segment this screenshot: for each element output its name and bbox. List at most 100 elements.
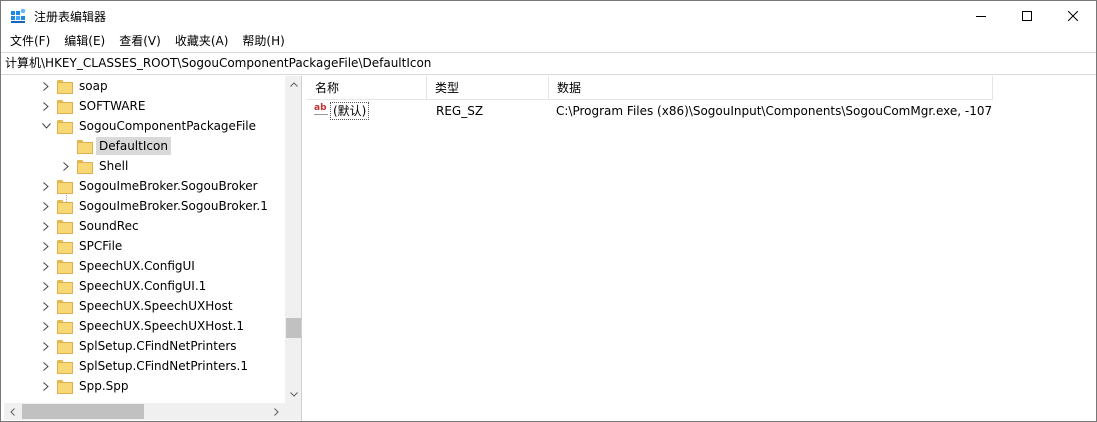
tree-item[interactable]: SpeechUX.ConfigUI (41, 256, 198, 276)
tree-item[interactable]: SpeechUX.SpeechUXHost (41, 296, 236, 316)
value-data-cell: C:\Program Files (x86)\SogouInput\Compon… (556, 104, 993, 118)
chevron-right-icon[interactable] (41, 341, 51, 351)
folder-icon (77, 160, 93, 174)
close-button[interactable] (1050, 1, 1096, 31)
tree-item[interactable]: SplSetup.CFindNetPrinters (41, 336, 240, 356)
menu-file[interactable]: 文件(F) (3, 31, 57, 52)
tree-item-label: SogouImeBroker.SogouBroker.1 (79, 199, 268, 213)
folder-icon (57, 80, 73, 94)
tree-item[interactable]: Spp.Spp (41, 376, 132, 396)
folder-icon (57, 200, 73, 214)
tree-item-label: SogouImeBroker.SogouBroker (79, 179, 258, 193)
folder-icon (77, 140, 93, 154)
value-row[interactable]: ab (默认) REG_SZ C:\Program Files (x86)\Sog… (307, 100, 993, 122)
menu-bar: 文件(F) 编辑(E) 查看(V) 收藏夹(A) 帮助(H) (1, 31, 1096, 52)
folder-icon (57, 120, 73, 134)
chevron-down-icon[interactable] (41, 121, 51, 131)
tree-item[interactable]: SogouImeBroker.SogouBroker (41, 176, 261, 196)
chevron-right-icon[interactable] (41, 261, 51, 271)
chevron-right-icon[interactable] (41, 361, 51, 371)
vertical-scroll-thumb[interactable] (286, 318, 301, 338)
tree-item[interactable]: soap (41, 76, 111, 96)
folder-icon (57, 340, 73, 354)
tree-item-label: soap (79, 79, 108, 93)
folder-icon (57, 100, 73, 114)
menu-favorites[interactable]: 收藏夹(A) (168, 31, 236, 52)
minimize-button[interactable] (958, 1, 1004, 31)
tree-item-label: SOFTWARE (79, 99, 146, 113)
tree-item[interactable]: SPCFile (41, 236, 125, 256)
tree-item[interactable]: SogouComponentPackageFile (41, 116, 259, 136)
chevron-right-icon[interactable] (41, 201, 51, 211)
column-name-header[interactable]: 名称 (307, 76, 427, 100)
value-name: (默认) (330, 102, 370, 120)
tree-item-label: SplSetup.CFindNetPrinters.1 (79, 359, 248, 373)
scroll-right-arrow-icon[interactable] (268, 403, 285, 420)
chevron-right-icon[interactable] (41, 281, 51, 291)
address-bar[interactable]: 计算机\HKEY_CLASSES_ROOT\SogouComponentPack… (1, 52, 1096, 75)
column-data-header[interactable]: 数据 (549, 76, 993, 100)
registry-editor-window: 注册表编辑器 文件(F) 编辑(E) 查看(V) 收藏夹(A) 帮助(H) 计算… (0, 0, 1097, 422)
tree-item[interactable]: SpeechUX.SpeechUXHost.1 (41, 316, 247, 336)
folder-icon (57, 240, 73, 254)
tree-item-label: SogouComponentPackageFile (79, 119, 257, 133)
tree-item[interactable]: DefaultIcon (61, 136, 171, 156)
key-tree-pane: soap SOFTWARE SogouComponentPackageFile Def… (4, 76, 302, 421)
column-type-header[interactable]: 类型 (427, 76, 549, 100)
menu-view[interactable]: 查看(V) (112, 31, 168, 52)
tree-vertical-scrollbar[interactable] (285, 76, 301, 403)
tree-item-label: SpeechUX.SpeechUXHost.1 (79, 319, 244, 333)
scroll-up-arrow-icon[interactable] (285, 76, 301, 93)
folder-icon (57, 220, 73, 234)
tree-item[interactable]: SoundRec (41, 216, 142, 236)
tree-item-label: SPCFile (79, 239, 123, 253)
chevron-right-icon[interactable] (41, 301, 51, 311)
scroll-down-arrow-icon[interactable] (285, 386, 301, 403)
folder-icon (57, 380, 73, 394)
folder-icon (57, 260, 73, 274)
tree-item-label: SpeechUX.ConfigUI.1 (79, 279, 207, 293)
tree-item[interactable]: Shell (61, 156, 131, 176)
tree-item-label: DefaultIcon (96, 137, 171, 155)
chevron-right-icon[interactable] (41, 221, 51, 231)
tree-item[interactable]: SOFTWARE (41, 96, 148, 116)
menu-help[interactable]: 帮助(H) (235, 31, 291, 52)
maximize-icon (1022, 11, 1032, 21)
scroll-left-arrow-icon[interactable] (4, 403, 21, 420)
tree-item-label: SplSetup.CFindNetPrinters (79, 339, 237, 353)
tree-horizontal-scrollbar[interactable] (4, 403, 285, 420)
value-list-header: 名称 类型 数据 (307, 76, 993, 100)
tree-item-label: Shell (99, 159, 129, 173)
folder-icon (57, 320, 73, 334)
minimize-icon (976, 16, 986, 17)
maximize-button[interactable] (1004, 1, 1050, 31)
tree-item-label: Spp.Spp (79, 379, 129, 393)
title-bar: 注册表编辑器 (1, 1, 1096, 31)
tree-item[interactable]: SpeechUX.ConfigUI.1 (41, 276, 209, 296)
folder-icon (57, 360, 73, 374)
value-list-pane: 名称 类型 数据 ab (默认) REG_SZ C:\Program Files … (307, 76, 1096, 421)
folder-icon (57, 180, 73, 194)
chevron-right-icon[interactable] (41, 241, 51, 251)
regedit-icon (10, 8, 26, 24)
tree-item[interactable]: SplSetup.CFindNetPrinters.1 (41, 356, 251, 376)
close-icon (1068, 11, 1078, 21)
window-title: 注册表编辑器 (34, 10, 107, 24)
chevron-right-icon[interactable] (41, 101, 51, 111)
chevron-right-icon[interactable] (41, 381, 51, 391)
horizontal-scroll-thumb[interactable] (22, 404, 144, 419)
chevron-right-icon[interactable] (41, 81, 51, 91)
value-type-cell: REG_SZ (436, 104, 484, 118)
value-name-cell: ab (默认) (314, 100, 424, 122)
tree-item-label: SoundRec (79, 219, 139, 233)
menu-edit[interactable]: 编辑(E) (57, 31, 112, 52)
tree-item-label: SpeechUX.ConfigUI (79, 259, 195, 273)
chevron-right-icon[interactable] (61, 161, 71, 171)
folder-icon (57, 300, 73, 314)
chevron-right-icon[interactable] (41, 181, 51, 191)
scroll-corner (285, 403, 301, 420)
tree-item-label: SpeechUX.SpeechUXHost (79, 299, 233, 313)
chevron-right-icon[interactable] (41, 321, 51, 331)
tree-item[interactable]: SogouImeBroker.SogouBroker.1 (41, 196, 271, 216)
